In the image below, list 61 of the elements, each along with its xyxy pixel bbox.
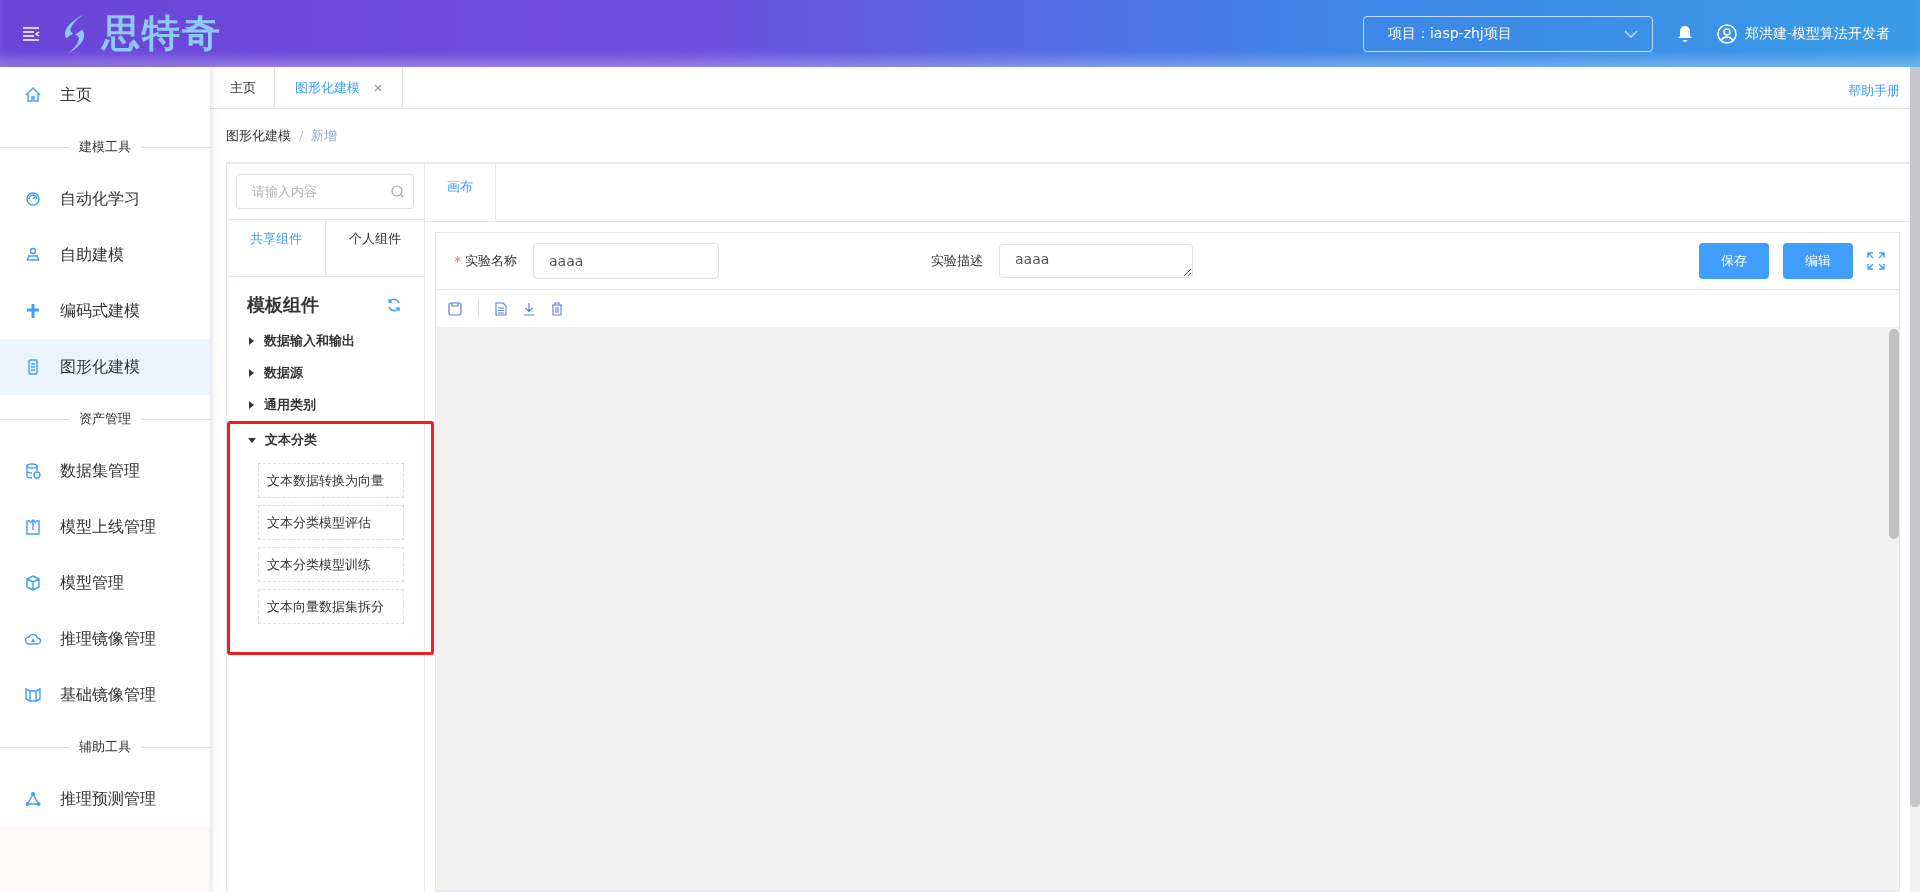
sidebar-item[interactable]: 图形化建模 [0,339,210,395]
panel-title: 模板组件 [247,293,319,317]
tree-node[interactable]: 数据源 [229,357,424,389]
cube-icon [24,574,42,592]
section-heading: 资产管理 [69,410,141,428]
sidebar-item[interactable]: 编码式建模 [0,283,210,339]
tree-node[interactable]: 文本分类 [230,424,431,456]
sidebar-item[interactable]: 模型管理 [0,555,210,611]
network-icon [24,790,42,808]
download-icon[interactable] [523,301,535,316]
save-icon[interactable] [448,301,462,316]
sidebar-item[interactable]: 自助建模 [0,227,210,283]
sidebar-item[interactable]: 自动化学习 [0,171,210,227]
fullscreen-icon[interactable] [1867,252,1885,270]
search-icon [391,185,404,198]
caret-right-icon [247,337,255,345]
tab[interactable]: 主页 [210,67,275,108]
caret-right-icon [247,401,255,409]
caret-right-icon [247,369,255,377]
project-select[interactable]: 项目：iasp-zhj项目 [1362,15,1653,52]
close-icon[interactable] [374,83,382,92]
breadcrumb-item[interactable]: 图形化建模 [226,126,291,145]
refresh-icon[interactable] [386,297,402,313]
page-scrollbar[interactable] [1910,67,1920,892]
sidebar-item[interactable]: 模型上线管理 [0,499,210,555]
bell-icon[interactable] [1676,24,1693,43]
sidebar-item[interactable]: 基础镜像管理 [0,667,210,723]
component-item[interactable]: 文本数据转换为向量 [258,463,404,498]
caret-down-icon [248,436,256,444]
tree-node[interactable]: 通用类别 [229,389,424,421]
logo-text: 思特奇 [102,10,222,57]
component-item[interactable]: 文本分类模型训练 [258,547,404,582]
section-heading: 辅助工具 [69,738,141,756]
field-label: 实验描述 [931,252,983,270]
text-area[interactable]: aaaa [999,244,1193,278]
sidebar-item[interactable]: 数据集管理 [0,443,210,499]
menu-icon[interactable] [22,26,40,41]
trash-icon[interactable] [551,301,563,316]
breadcrumb-item: 新增 [311,126,338,145]
project-name[interactable]: 项目：iasp-zhj项目 [1387,24,1512,43]
input-field[interactable]: aaaa [533,243,719,279]
document-icon[interactable] [495,301,507,316]
component-item[interactable]: 文本向量数据集拆分 [258,589,404,624]
home-icon [24,86,42,104]
tab[interactable]: 个人组件 [325,220,424,276]
tree-node[interactable]: 数据输入和输出 [229,325,424,357]
sidebar-item[interactable]: 推理预测管理 [0,771,210,827]
required-mark: * [454,253,461,269]
user-avatar-icon[interactable] [1716,23,1737,44]
upload-icon [24,518,42,536]
sidebar-item[interactable]: 推理镜像管理 [0,611,210,667]
sidebar-item[interactable]: 主页 [0,67,210,123]
section-heading: 建模工具 [69,138,141,156]
gauge-icon [24,190,42,208]
columns-icon [24,686,42,704]
breadcrumb-separator: / [299,128,304,143]
chevron-down-icon [1623,29,1638,38]
field-label: 实验名称 [465,252,517,270]
database-icon [24,462,42,480]
component-item[interactable]: 文本分类模型评估 [258,505,404,540]
search-field[interactable]: 请输入内容 [236,174,414,209]
